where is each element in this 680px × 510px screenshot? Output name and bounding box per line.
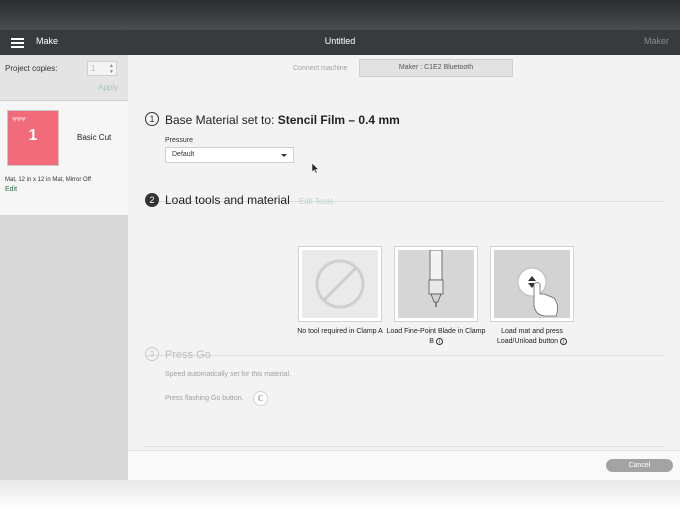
project-copies-bar: Project copies: 1 ▲ ▼ Apply: [0, 55, 128, 101]
clamp-a-caption: No tool required in Clamp A: [290, 327, 390, 337]
mat-edit-link[interactable]: Edit: [5, 186, 17, 193]
pressure-dropdown[interactable]: Default: [165, 147, 294, 163]
pressure-value[interactable]: Default: [172, 151, 194, 158]
clamp-b-caption: Load Fine-Point Blade in Clamp B i: [386, 327, 486, 347]
make-window: Make Untitled Maker Project copies: 1 ▲ ▼…: [0, 30, 680, 480]
machine-type-label: Maker: [643, 36, 669, 46]
clamp-a-caption-text: No tool required in Clamp A: [297, 328, 383, 335]
go-button-icon: ℂ: [253, 391, 268, 406]
speed-note: Speed automatically set for this materia…: [165, 371, 292, 378]
project-copies-label: Project copies:: [5, 64, 58, 73]
step-3-heading: Press Go: [165, 349, 211, 361]
mat-info: Mat, 12 in x 12 in Mat, Mirror Off: [5, 177, 91, 183]
title-bar: Make Untitled Maker: [0, 30, 680, 55]
edit-tools-link[interactable]: Edit Tools: [299, 197, 334, 206]
clamp-b-tile: [394, 246, 478, 322]
background-top: [0, 0, 680, 30]
mat-name: Basic Cut: [77, 133, 112, 142]
chevron-down-icon[interactable]: [281, 154, 287, 157]
clamp-a-tile: [298, 246, 382, 322]
stepper-arrows-icon[interactable]: ▲ ▼: [109, 63, 114, 75]
project-copies-stepper[interactable]: 1 ▲ ▼: [87, 61, 117, 76]
apply-button[interactable]: Apply: [98, 83, 118, 92]
base-material-value[interactable]: Stencil Film – 0.4 mm: [278, 113, 400, 127]
machine-select-button[interactable]: Maker : C1E2 Bluetooth: [359, 59, 513, 77]
fine-point-blade-icon: [428, 249, 444, 307]
step-3-number: 3: [145, 347, 159, 361]
clamp-b-image: [398, 249, 474, 318]
clamp-a-image: [302, 250, 378, 318]
project-title: Untitled: [324, 36, 356, 46]
mouse-cursor-icon: [312, 163, 320, 174]
load-mat-tile: [490, 246, 574, 322]
divider: [145, 355, 665, 356]
press-go-note: Press flashing Go button.: [165, 395, 244, 402]
cancel-button[interactable]: Cancel: [606, 459, 673, 472]
step-2-number: 2: [145, 193, 159, 207]
connect-machine-label: Connect machine: [293, 65, 348, 72]
step-2-heading: Load tools and material: [165, 193, 290, 207]
load-unload-button-icon: [517, 267, 558, 317]
info-icon[interactable]: i: [435, 337, 443, 345]
info-icon[interactable]: i: [560, 337, 568, 345]
heart-design-icon: ♥♥♥: [12, 114, 26, 124]
mat-thumbnail[interactable]: ♥♥♥ 1: [7, 110, 59, 166]
load-mat-caption: Load mat and press Load/Unload button i: [482, 327, 582, 347]
step-1-heading: Base Material set to: Stencil Film – 0.4…: [165, 113, 400, 127]
load-mat-caption-text: Load mat and press Load/Unload button: [496, 328, 563, 345]
divider: [145, 446, 665, 447]
project-copies-value[interactable]: 1: [91, 64, 95, 73]
base-material-label: Base Material set to:: [165, 113, 275, 127]
mat-sidebar: Project copies: 1 ▲ ▼ Apply ♥♥♥ 1 Basic C…: [0, 55, 128, 480]
load-mat-image: [494, 250, 570, 318]
mat-number: 1: [28, 127, 38, 144]
step-1-number: 1: [145, 112, 159, 126]
mat-item[interactable]: ♥♥♥ 1 Basic Cut Mat, 12 in x 12 in Mat, …: [0, 101, 128, 215]
background-bottom: [0, 480, 680, 510]
footer-bar: Cancel: [128, 450, 680, 480]
main-panel: Connect machine Maker : C1E2 Bluetooth 1…: [130, 55, 680, 455]
no-tool-icon: [315, 259, 365, 309]
pressure-label: Pressure: [165, 137, 194, 144]
